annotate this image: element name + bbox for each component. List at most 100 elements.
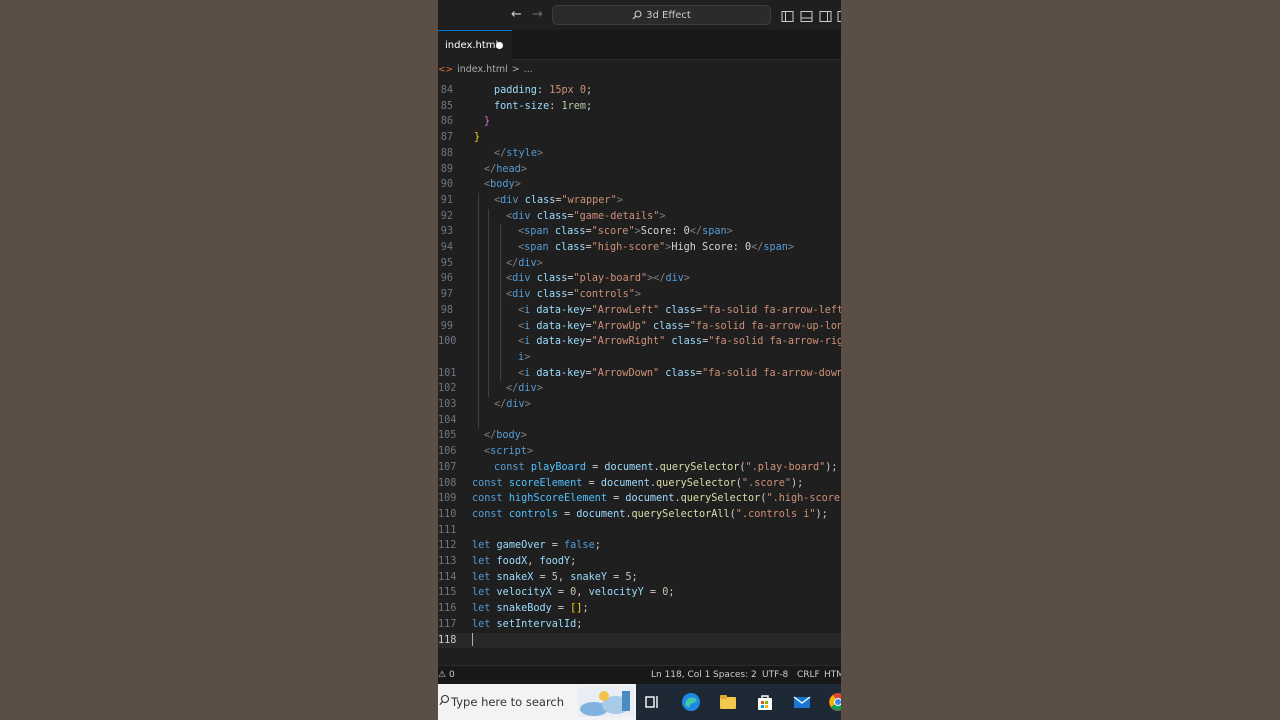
problems-indicator[interactable]: ⚠ 0 [438,670,455,680]
search-icon [632,10,642,20]
cursor-position[interactable]: Ln 118, Col 1 [651,670,710,680]
code-line[interactable]: 91 <div class="wrapper"> [438,193,841,209]
line-code: <div class="play-board"></div> [506,273,691,285]
line-code: let gameOver = false; [472,540,601,552]
line-code: </style> [494,147,544,159]
chrome-icon[interactable] [828,692,841,712]
code-line[interactable]: 84 padding: 15px 0; [438,83,841,99]
line-code: const scoreElement = document.querySelec… [472,477,804,489]
line-number: 110 [438,508,457,520]
line-code: let foodX, foodY; [472,556,577,567]
code-line[interactable]: 102 </div> [438,381,841,397]
unsaved-dot-icon[interactable] [496,42,503,49]
arrow-right-icon[interactable]: → [532,7,543,22]
arrow-left-icon[interactable]: ← [511,7,522,22]
taskbar-search[interactable]: Type here to search [438,684,636,720]
warning-icon: ⚠ [438,670,447,680]
indentation[interactable]: Spaces: 2 [713,670,757,680]
code-line[interactable]: 96 <div class="play-board"></div> [438,271,841,287]
encoding[interactable]: UTF-8 [762,670,788,680]
code-line[interactable]: 98 <i data-key="ArrowLeft" class="fa-soli… [438,303,841,319]
line-code: <i data-key="ArrowLeft" class="fa-solid … [518,304,841,316]
code-line[interactable]: 86} [438,114,841,130]
breadcrumb-file[interactable]: index.html [457,64,508,75]
line-number: 85 [440,100,453,112]
line-number: 114 [438,571,457,583]
code-line[interactable]: 104 [438,413,841,429]
line-code: <div class="controls"> [506,289,641,301]
code-editor[interactable]: 84 padding: 15px 0; 85 font-size: 1rem; 86} 8… [438,78,841,659]
line-number: 95 [440,257,453,269]
line-code: <i data-key="ArrowUp" class="fa-solid fa… [518,320,841,332]
edge-icon[interactable] [681,692,701,712]
line-code: </div> [506,383,543,395]
code-line[interactable]: 108 const scoreElement = document.querySe… [438,476,841,492]
code-line[interactable]: 113 let foodX, foodY; [438,554,841,570]
line-number: 98 [440,304,453,316]
code-line[interactable]: 103 </div> [438,397,841,413]
code-line[interactable]: i> [438,350,841,366]
code-line[interactable]: 115 let velocityX = 0, velocityY = 0; [438,585,841,601]
code-line[interactable]: 101 <i data-key="ArrowDown" class="fa-sol… [438,366,841,382]
code-line[interactable]: 107 const playBoard = document.querySelec… [438,460,841,476]
code-line[interactable]: 89 </head> [438,162,841,178]
code-line[interactable]: 109 const highScoreElement = document.que… [438,491,841,507]
search-icon [439,694,450,709]
code-line[interactable]: 97 <div class="controls"> [438,287,841,303]
code-line[interactable]: 111 [438,523,841,539]
line-code: </div> [494,399,531,410]
store-icon[interactable] [755,692,775,712]
code-line[interactable]: 99 <i data-key="ArrowUp" class="fa-solid … [438,319,841,335]
line-number: 99 [440,320,453,332]
line-number: 101 [438,367,457,379]
code-line[interactable]: 88 </style> [438,146,841,162]
breadcrumb-rest[interactable]: ... [524,64,533,75]
sidebar-left-icon[interactable] [781,8,794,22]
code-line[interactable]: 117 let setIntervalId; [438,617,841,633]
line-number: 94 [440,242,453,253]
code-line[interactable]: 118 [438,632,841,649]
code-line[interactable]: 116 let snakeBody = []; [438,601,841,617]
line-number: 108 [438,477,457,489]
code-line[interactable]: 87} [438,130,841,146]
code-line[interactable]: 110 const controls = document.querySelect… [438,507,841,523]
code-line[interactable]: 90 <body> [438,177,841,193]
line-code: font-size: 1rem; [494,100,593,112]
problems-count: 0 [448,670,455,680]
language-mode[interactable]: HTML [824,670,841,680]
tab-index-html[interactable]: index.html [438,30,512,60]
layout-customize-icon[interactable] [837,8,841,22]
line-number: 113 [438,556,457,567]
line-code: let snakeX = 5, snakeY = 5; [472,571,638,583]
mail-icon[interactable] [792,692,812,712]
backdrop-left [0,0,438,720]
code-line[interactable]: 85 font-size: 1rem; [438,99,841,115]
code-line[interactable]: 112 let gameOver = false; [438,538,841,554]
line-number: 96 [440,273,453,285]
line-code: i> [518,351,531,363]
line-number: 109 [438,493,457,505]
code-line[interactable]: 105 </body> [438,428,841,444]
file-explorer-icon[interactable] [718,692,738,712]
line-number: 88 [440,147,453,159]
code-line[interactable]: 114 let snakeX = 5, snakeY = 5; [438,570,841,586]
breadcrumb: <> index.html > ... [438,61,841,78]
line-number: 116 [438,603,457,615]
command-center-search[interactable]: 3d Effect [552,5,771,25]
line-code: let velocityX = 0, velocityY = 0; [472,587,675,599]
sidebar-right-icon[interactable] [819,8,832,22]
line-code: <i data-key="ArrowRight" class="fa-solid… [518,336,841,348]
code-line[interactable]: 95 </div> [438,256,841,272]
task-view-icon[interactable] [643,692,663,712]
code-line[interactable]: 106 <script> [438,444,841,460]
code-line[interactable]: 93 <span class="score">Score: 0</span> [438,224,841,240]
code-line[interactable]: 94 <span class="high-score">High Score: 0… [438,240,841,256]
line-code: let snakeBody = []; [472,603,589,615]
code-line[interactable]: 100 <i data-key="ArrowRight" class="fa-so… [438,334,841,350]
code-line[interactable]: 92 <div class="game-details"> [438,209,841,225]
vscode-window: ← → 3d Effect index.html <> index.html >… [438,0,841,720]
panel-bottom-icon[interactable] [800,8,813,22]
line-code: <body> [484,179,521,191]
end-of-line[interactable]: CRLF [797,670,820,680]
line-code: <span class="high-score">High Score: 0</… [518,242,795,253]
